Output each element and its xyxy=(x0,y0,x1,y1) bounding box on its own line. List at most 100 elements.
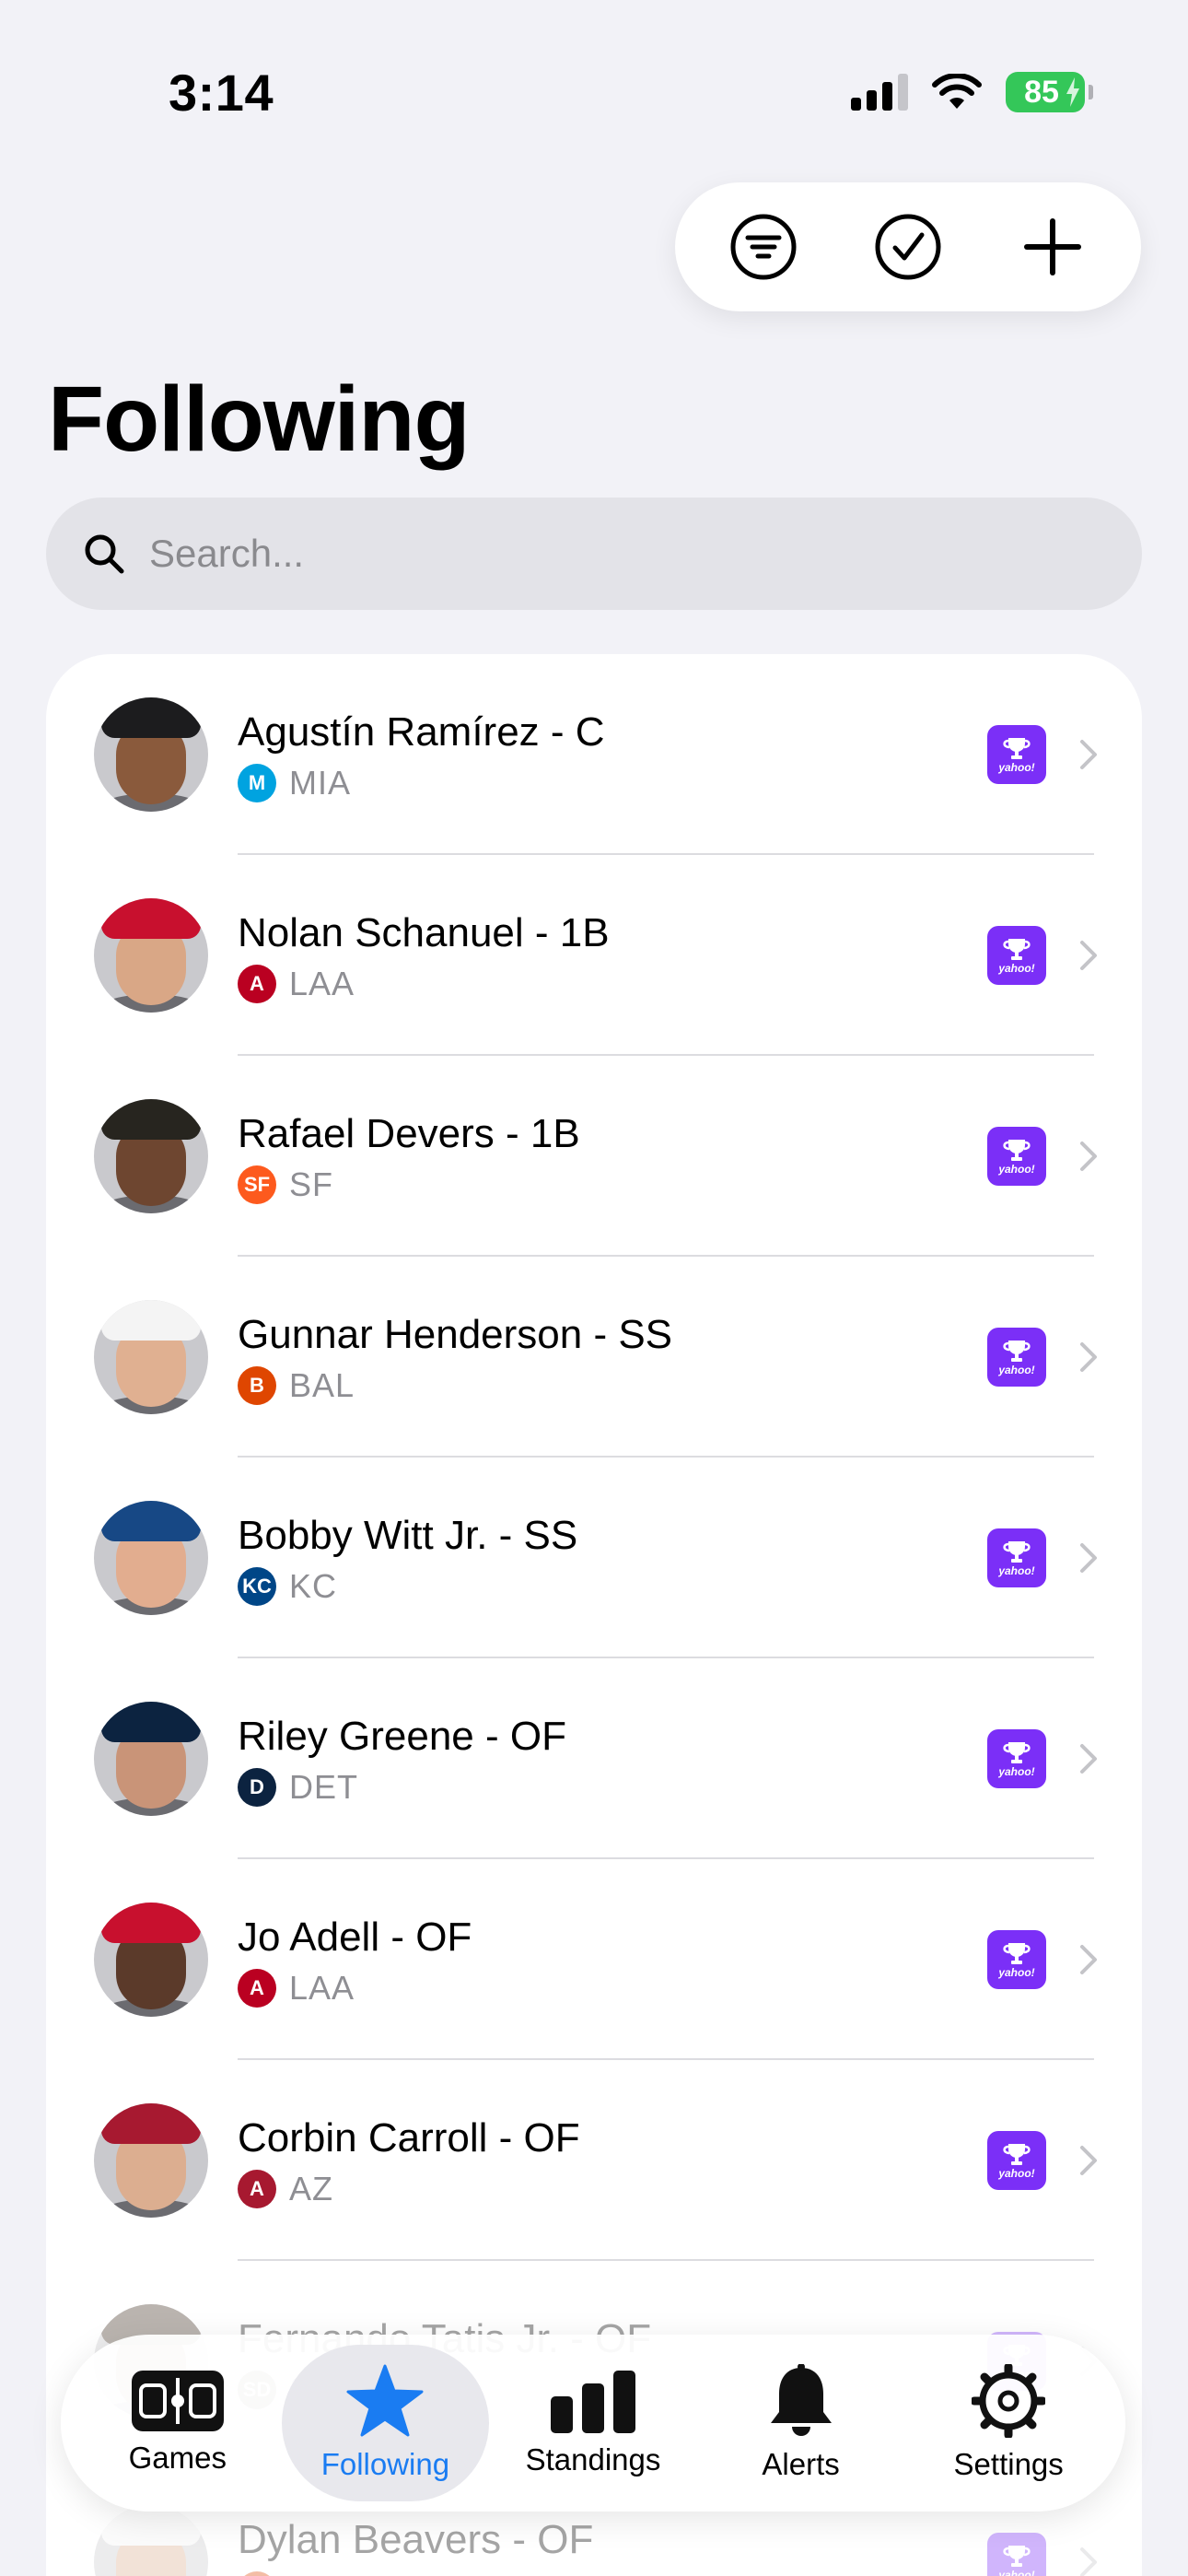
chevron-right-icon xyxy=(1080,1543,1097,1573)
player-name: Corbin Carroll - OF xyxy=(238,2115,580,2160)
chevron-right-icon xyxy=(1080,941,1097,970)
bar-chart-icon xyxy=(550,2371,635,2433)
player-name: Agustín Ramírez - C xyxy=(238,709,605,755)
team-info: D DET xyxy=(238,1768,987,1807)
yahoo-fantasy-icon[interactable]: yahoo! xyxy=(987,2533,1046,2576)
badge-text: yahoo! xyxy=(998,2166,1035,2180)
list-item[interactable]: Nolan Schanuel - 1B A LAA yahoo! xyxy=(46,855,1142,1056)
chevron-right-icon xyxy=(1080,1342,1097,1372)
player-name: Jo Adell - OF xyxy=(238,1914,472,1960)
filter-button[interactable] xyxy=(717,201,809,293)
tab-alerts[interactable]: Alerts xyxy=(697,2345,905,2501)
list-item[interactable]: Riley Greene - OF D DET yahoo! xyxy=(46,1658,1142,1859)
team-abbr: MIA xyxy=(289,764,352,802)
badge-text: yahoo! xyxy=(998,1563,1035,1577)
chevron-right-icon xyxy=(1080,740,1097,769)
team-logo-icon: KC xyxy=(238,1567,276,1606)
team-abbr: LAA xyxy=(289,1969,355,2007)
badge-text: yahoo! xyxy=(998,1764,1035,1778)
badge-text: yahoo! xyxy=(998,2568,1035,2576)
player-info: Corbin Carroll - OF A AZ xyxy=(238,2113,987,2208)
yahoo-fantasy-icon[interactable]: yahoo! xyxy=(987,725,1046,784)
team-logo-icon: M xyxy=(238,764,276,802)
team-abbr: LAA xyxy=(289,965,355,1002)
gear-icon xyxy=(972,2364,1046,2438)
team-logo-icon: SF xyxy=(238,1165,276,1204)
list-item[interactable]: Bobby Witt Jr. - SS KC KC yahoo! xyxy=(46,1458,1142,1658)
team-abbr: AZ xyxy=(289,2170,334,2207)
add-button[interactable] xyxy=(1007,201,1099,293)
tab-standings[interactable]: Standings xyxy=(489,2345,697,2501)
search-icon xyxy=(85,534,124,574)
cellular-signal-icon xyxy=(851,74,908,111)
avatar xyxy=(94,1903,208,2017)
yahoo-fantasy-icon[interactable]: yahoo! xyxy=(987,1328,1046,1387)
team-info: A AZ xyxy=(238,2170,987,2208)
search-bar[interactable] xyxy=(46,498,1142,610)
player-info: Gunnar Henderson - SS B BAL xyxy=(238,1309,987,1405)
scoreboard-icon xyxy=(131,2371,224,2431)
following-list: Agustín Ramírez - C M MIA yahoo! Nolan S… xyxy=(46,654,1142,2576)
tab-games[interactable]: Games xyxy=(74,2345,282,2501)
player-name: Bobby Witt Jr. - SS xyxy=(238,1513,578,1558)
chevron-right-icon xyxy=(1080,2547,1097,2576)
yahoo-fantasy-icon[interactable]: yahoo! xyxy=(987,1729,1046,1788)
yahoo-fantasy-icon[interactable]: yahoo! xyxy=(987,1127,1046,1186)
tab-following[interactable]: Following xyxy=(281,2345,490,2501)
player-name: Nolan Schanuel - 1B xyxy=(238,910,610,955)
team-abbr: KC xyxy=(289,1567,338,1605)
player-name: Rafael Devers - 1B xyxy=(238,1111,580,1156)
team-info: B BAL xyxy=(238,1366,987,1405)
tab-label: Following xyxy=(320,2447,450,2481)
status-time: 3:14 xyxy=(169,64,274,122)
tab-settings[interactable]: Settings xyxy=(904,2345,1112,2501)
player-name: Dylan Beavers - OF xyxy=(238,2517,594,2562)
avatar xyxy=(94,697,208,812)
player-name: Riley Greene - OF xyxy=(238,1714,566,1759)
charging-bolt-icon xyxy=(1066,77,1079,107)
select-button[interactable] xyxy=(862,201,954,293)
avatar xyxy=(94,1099,208,1213)
avatar xyxy=(94,2505,208,2576)
badge-text: yahoo! xyxy=(998,1965,1035,1979)
top-actions xyxy=(675,182,1141,311)
team-logo-icon: A xyxy=(238,965,276,1003)
avatar xyxy=(94,1300,208,1414)
player-info: Dylan Beavers - OF B BAL xyxy=(238,2514,987,2576)
team-info: M MIA xyxy=(238,764,987,802)
screen: 3:14 85 Following Search... Agustín Ramí… xyxy=(0,0,1188,2576)
player-info: Nolan Schanuel - 1B A LAA xyxy=(238,907,987,1003)
battery-level: 85 xyxy=(1024,74,1059,110)
avatar xyxy=(94,1501,208,1615)
bell-icon xyxy=(770,2364,832,2436)
yahoo-fantasy-icon[interactable]: yahoo! xyxy=(987,1528,1046,1587)
tab-bar: Games Following Standings Alerts Setting… xyxy=(61,2335,1125,2512)
team-logo-icon: A xyxy=(238,2170,276,2208)
status-indicators: 85 xyxy=(851,72,1093,112)
avatar xyxy=(94,2103,208,2218)
team-abbr: DET xyxy=(289,1768,358,1806)
player-info: Rafael Devers - 1B SF SF xyxy=(238,1108,987,1204)
list-item[interactable]: Agustín Ramírez - C M MIA yahoo! xyxy=(46,654,1142,855)
yahoo-fantasy-icon[interactable]: yahoo! xyxy=(987,2131,1046,2190)
team-logo-icon: B xyxy=(238,2571,276,2576)
yahoo-fantasy-icon[interactable]: yahoo! xyxy=(987,1930,1046,1989)
team-logo-icon: B xyxy=(238,1366,276,1405)
team-info: KC KC xyxy=(238,1567,987,1606)
list-item[interactable]: Gunnar Henderson - SS B BAL yahoo! xyxy=(46,1257,1142,1458)
chevron-right-icon xyxy=(1080,1142,1097,1171)
list-item[interactable]: Corbin Carroll - OF A AZ yahoo! xyxy=(46,2060,1142,2261)
search-input[interactable] xyxy=(149,532,978,576)
player-info: Agustín Ramírez - C M MIA xyxy=(238,707,987,802)
badge-text: yahoo! xyxy=(998,961,1035,975)
chevron-right-icon xyxy=(1080,1945,1097,1974)
yahoo-fantasy-icon[interactable]: yahoo! xyxy=(987,926,1046,985)
badge-text: yahoo! xyxy=(998,1363,1035,1376)
checkmark-circle-icon xyxy=(875,214,941,280)
team-info: SF SF xyxy=(238,1165,987,1204)
team-info: A LAA xyxy=(238,965,987,1003)
list-item[interactable]: Jo Adell - OF A LAA yahoo! xyxy=(46,1859,1142,2060)
list-item[interactable]: Rafael Devers - 1B SF SF yahoo! xyxy=(46,1056,1142,1257)
tab-label: Alerts xyxy=(762,2447,840,2481)
star-icon xyxy=(346,2364,424,2437)
